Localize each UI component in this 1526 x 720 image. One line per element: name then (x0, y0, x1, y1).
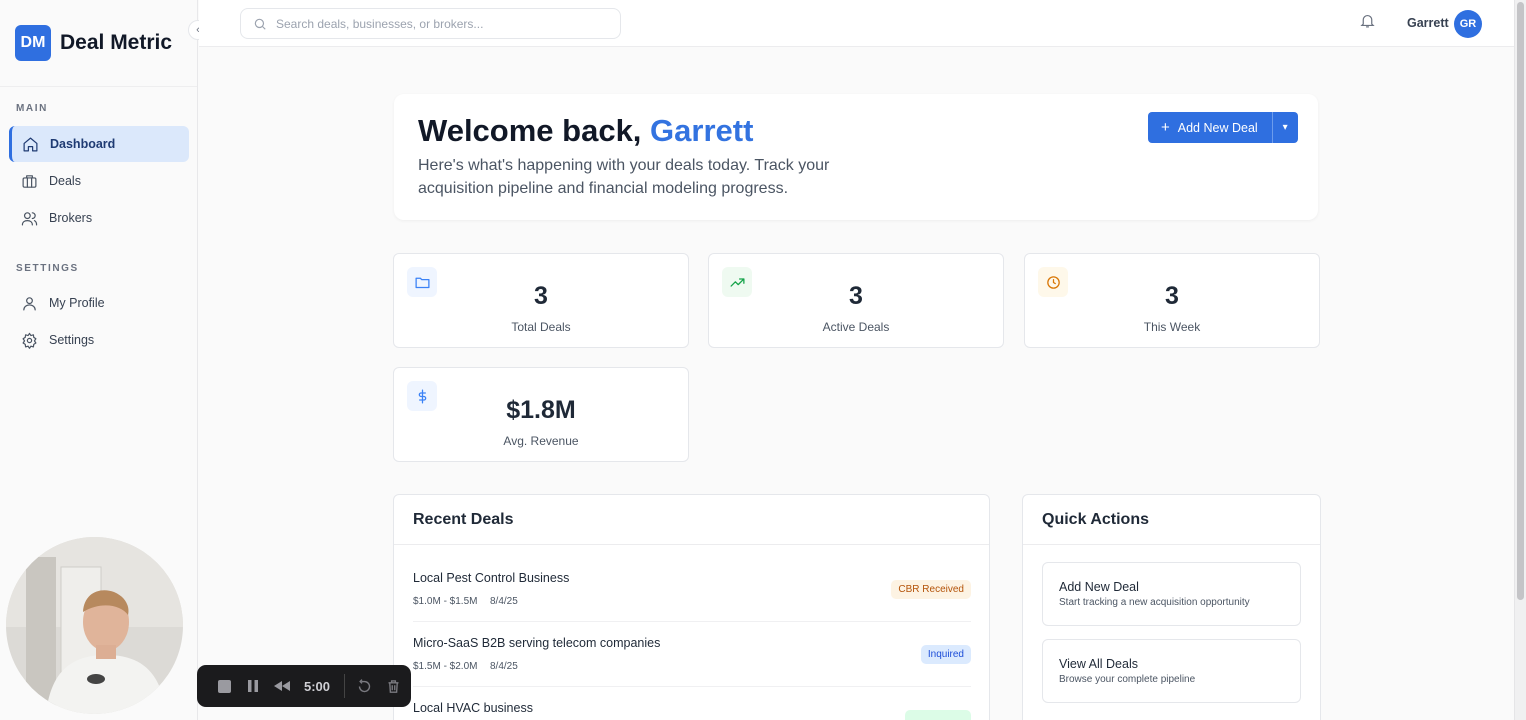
sidebar-item-my-profile[interactable]: My Profile (9, 285, 189, 321)
delete-button[interactable] (380, 673, 406, 699)
user-icon (23, 296, 36, 310)
greeting-name: Garrett (650, 113, 754, 148)
stat-label: Total Deals (511, 320, 571, 334)
deal-range: $1.5M - $2.0M (413, 661, 478, 672)
avatar[interactable]: GR (1454, 10, 1482, 38)
stat-label: Avg. Revenue (503, 434, 579, 448)
add-deal-dropdown-button[interactable]: ▾ (1271, 112, 1298, 143)
webcam-image (6, 537, 183, 714)
stat-card-active-deals: 3 Active Deals (708, 253, 1004, 348)
status-badge: CBR Received (891, 580, 971, 599)
chevron-down-icon: ▾ (1282, 122, 1288, 133)
quick-action-view-deals[interactable]: View All Deals Browse your complete pipe… (1042, 639, 1301, 703)
stat-card-avg-revenue: $1.8M Avg. Revenue (393, 367, 689, 462)
divider (344, 674, 346, 698)
scrollbar[interactable] (1514, 0, 1526, 720)
greeting-text: Welcome back, (418, 113, 642, 148)
deal-date: 8/4/25 (490, 661, 518, 672)
pause-button[interactable] (240, 673, 266, 699)
sidebar-item-dashboard[interactable]: Dashboard (9, 126, 189, 162)
quick-action-add-deal[interactable]: Add New Deal Start tracking a new acquis… (1042, 562, 1301, 626)
restart-icon (358, 678, 370, 692)
briefcase-icon (22, 174, 37, 188)
stop-recording-button[interactable] (211, 673, 237, 699)
stat-card-this-week: 3 This Week (1024, 253, 1320, 348)
brand[interactable]: DM Deal Metric (0, 0, 197, 87)
stat-value: $1.8M (506, 396, 576, 424)
plus-icon: + (1161, 119, 1170, 136)
quick-action-subtitle: Start tracking a new acquisition opportu… (1059, 597, 1250, 608)
deal-row[interactable]: Local Pest Control Business $1.0M - $1.5… (413, 560, 971, 622)
rewind-icon (274, 681, 290, 691)
deal-range: $1.0M - $1.5M (413, 596, 478, 607)
rewind-button[interactable] (269, 673, 295, 699)
sidebar-item-settings[interactable]: Settings (9, 322, 189, 358)
deal-row[interactable]: Micro-SaaS B2B serving telecom companies… (413, 625, 971, 687)
scrollbar-thumb[interactable] (1517, 2, 1524, 600)
sidebar-item-label: Deals (49, 174, 81, 188)
status-badge: Inquired (920, 645, 971, 664)
sidebar-item-label: My Profile (49, 296, 105, 310)
stat-value: 3 (1165, 282, 1179, 310)
users-icon (21, 211, 38, 225)
deal-name: Micro-SaaS B2B serving telecom companies (413, 636, 661, 650)
deal-name: Local HVAC business (413, 701, 533, 715)
recent-deals-title: Recent Deals (394, 495, 989, 545)
welcome-card: Welcome back, Garrett Here's what's happ… (394, 94, 1318, 220)
bell-icon (1360, 14, 1375, 28)
stat-label: This Week (1143, 320, 1201, 334)
search-box[interactable] (240, 8, 621, 39)
stop-icon (217, 679, 231, 693)
pause-icon (248, 680, 258, 692)
section-label-main: MAIN (16, 103, 48, 114)
status-badge (905, 710, 971, 720)
add-new-deal-label: Add New Deal (1177, 120, 1258, 135)
gear-icon (22, 332, 37, 349)
quick-actions-title: Quick Actions (1023, 495, 1320, 545)
deal-date: 8/4/25 (490, 596, 518, 607)
stat-label: Active Deals (822, 320, 890, 334)
brand-logo: DM (15, 25, 51, 61)
quick-action-subtitle: Browse your complete pipeline (1059, 674, 1196, 685)
add-new-deal-button-group: + Add New Deal ▾ (1148, 112, 1298, 143)
brand-name: Deal Metric (60, 31, 173, 54)
sidebar-item-label: Settings (49, 333, 95, 347)
home-icon (23, 137, 38, 151)
recent-deals-panel: Recent Deals Local Pest Control Business… (393, 494, 990, 720)
add-new-deal-button[interactable]: + Add New Deal (1148, 112, 1272, 143)
search-icon (254, 18, 266, 30)
webcam-overlay[interactable] (6, 537, 183, 714)
search-input[interactable] (276, 16, 606, 31)
sidebar-item-label: Brokers (49, 211, 93, 225)
user-name[interactable]: Garrett (1407, 16, 1449, 30)
stat-value: 3 (534, 282, 548, 310)
quick-action-title: View All Deals (1059, 657, 1138, 671)
trash-icon (388, 679, 399, 693)
section-label-settings: SETTINGS (16, 263, 79, 274)
notifications-button[interactable] (1359, 12, 1377, 30)
quick-actions-panel: Quick Actions Add New Deal Start trackin… (1022, 494, 1321, 720)
deal-row[interactable]: Local HVAC business (413, 690, 971, 720)
deal-name: Local Pest Control Business (413, 571, 570, 585)
topbar: Garrett GR (199, 0, 1514, 47)
stat-card-total-deals: 3 Total Deals (393, 253, 689, 348)
recording-timer: 5:00 (304, 678, 331, 694)
recording-controls: 5:00 (197, 665, 411, 707)
quick-action-title: Add New Deal (1059, 580, 1139, 594)
stat-value: 3 (849, 282, 863, 310)
restart-button[interactable] (351, 673, 377, 699)
sidebar-item-deals[interactable]: Deals (9, 163, 189, 199)
welcome-subtitle: Here's what's happening with your deals … (418, 157, 830, 197)
sidebar-item-brokers[interactable]: Brokers (9, 200, 189, 236)
page-title: Welcome back, Garrett (418, 113, 753, 149)
sidebar-item-label: Dashboard (50, 137, 116, 151)
